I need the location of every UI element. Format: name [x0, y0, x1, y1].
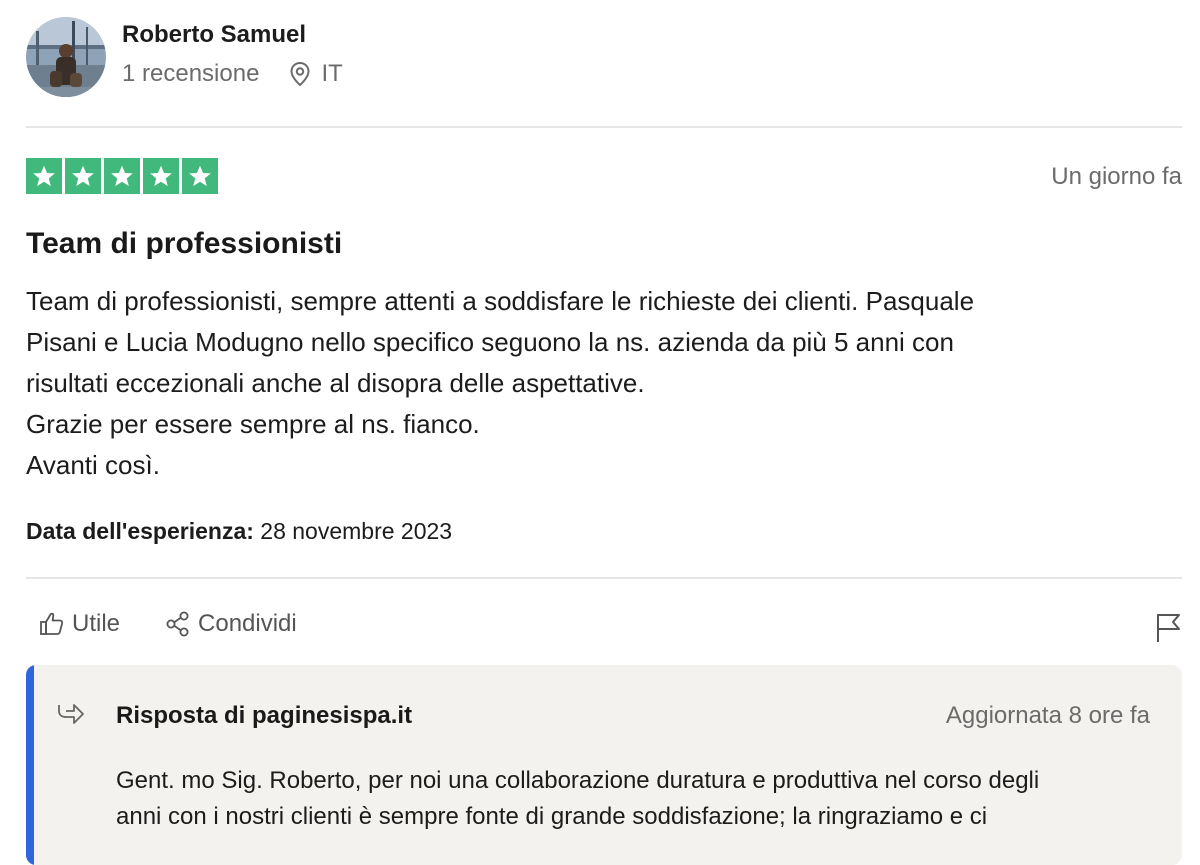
review-actions: Utile Condividi — [38, 610, 297, 638]
star-icon — [26, 158, 62, 194]
flag-icon — [1157, 614, 1180, 642]
share-icon — [166, 611, 189, 637]
reviewer-location: IT — [289, 60, 343, 88]
reply-date: Aggiornata 8 ore fa — [945, 702, 1150, 729]
reply-body: Gent. mo Sig. Roberto, per noi una colla… — [116, 763, 1156, 835]
star-rating — [26, 158, 221, 194]
reviewer-header: Roberto Samuel 1 recensione IT — [26, 16, 343, 98]
reviewer-meta: 1 recensione IT — [122, 60, 343, 88]
star-icon — [143, 158, 179, 194]
review-body-line: Avanti così. — [26, 450, 160, 480]
star-icon — [65, 158, 101, 194]
review-title[interactable]: Team di professionisti — [26, 226, 342, 262]
share-button[interactable]: Condividi — [164, 610, 297, 638]
report-flag-button[interactable] — [1154, 612, 1182, 649]
review-body-line: Team di professionisti, sempre attenti a… — [26, 286, 975, 316]
reviewer-info: Roberto Samuel 1 recensione IT — [122, 20, 343, 88]
divider — [26, 126, 1182, 128]
location-pin-icon — [290, 61, 310, 87]
review-count: 1 recensione — [122, 60, 260, 87]
divider — [26, 577, 1182, 579]
avatar[interactable] — [26, 17, 106, 97]
thumbs-up-icon — [40, 612, 64, 635]
reply-arrow-icon — [56, 701, 86, 732]
review-body-line: risultati eccezionali anche al disopra d… — [26, 368, 645, 398]
company-reply: Risposta di paginesispa.it Aggiornata 8 … — [26, 665, 1182, 865]
review-body: Team di professionisti, sempre attenti a… — [26, 281, 1166, 486]
reviewer-name[interactable]: Roberto Samuel — [122, 20, 343, 50]
experience-date: Data dell'esperienza: 28 novembre 2023 — [26, 516, 452, 546]
share-label: Condividi — [198, 610, 297, 637]
useful-label: Utile — [72, 610, 121, 637]
review-body-line: Grazie per essere sempre al ns. fianco. — [26, 409, 480, 439]
review-body-line: Pisani e Lucia Modugno nello specifico s… — [26, 327, 954, 357]
experience-date-value: 28 novembre 2023 — [260, 518, 453, 544]
experience-date-label: Data dell'esperienza: — [26, 518, 254, 544]
reviewer-country: IT — [321, 60, 343, 87]
star-icon — [182, 158, 218, 194]
review-date: Un giorno fa — [1051, 163, 1182, 190]
reply-title: Risposta di paginesispa.it — [116, 702, 413, 729]
reply-body-line: anni con i nostri clienti è sempre fonte… — [116, 803, 988, 830]
useful-button[interactable]: Utile — [38, 610, 120, 638]
reply-accent-bar — [26, 665, 34, 865]
star-icon — [104, 158, 140, 194]
reply-body-line: Gent. mo Sig. Roberto, per noi una colla… — [116, 767, 1040, 794]
